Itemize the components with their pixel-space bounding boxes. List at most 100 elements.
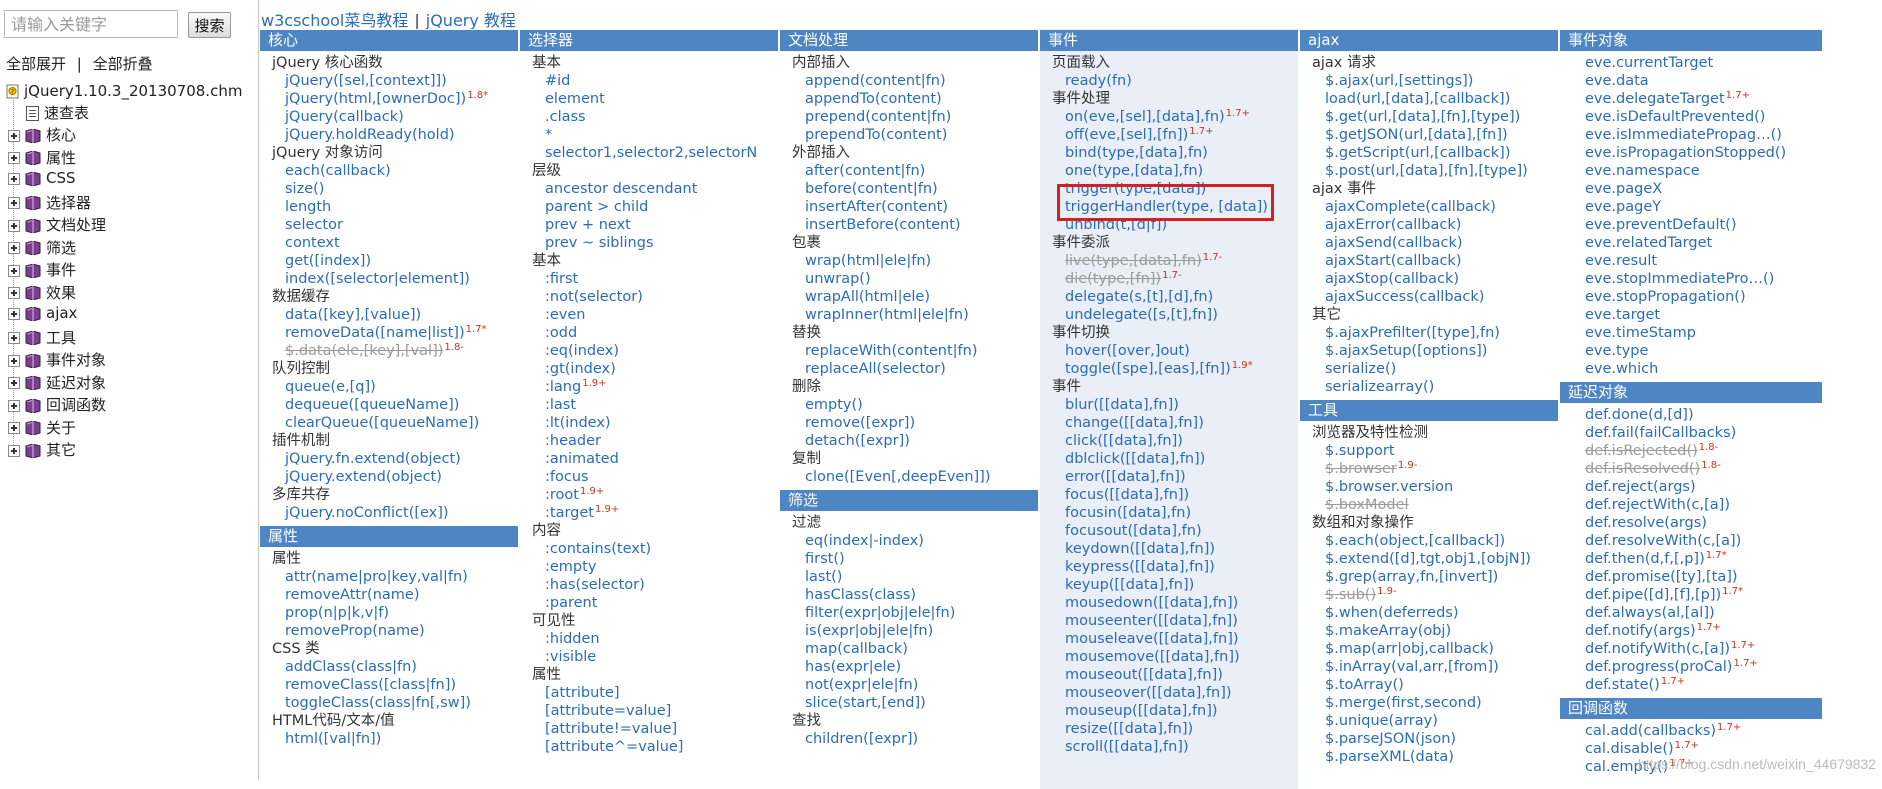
api-link[interactable]: $.makeArray(obj) — [1325, 623, 1451, 639]
tree-item[interactable]: 效果 — [8, 282, 76, 304]
api-link[interactable]: def.state() — [1585, 677, 1660, 693]
api-link[interactable]: clone([Even[,deepEven]]) — [805, 469, 991, 485]
api-link[interactable]: die(type,[fn]) — [1065, 271, 1161, 287]
api-link[interactable]: $.ajaxPrefilter([type],fn) — [1325, 325, 1500, 341]
api-link[interactable]: [attribute=value] — [545, 703, 671, 719]
expand-plus-icon[interactable] — [8, 242, 20, 254]
api-link[interactable]: * — [545, 127, 552, 143]
api-link[interactable]: eve.isPropagationStopped() — [1585, 145, 1786, 161]
api-link[interactable]: $.boxModel — [1325, 497, 1409, 513]
api-link[interactable]: :lt(index) — [545, 415, 611, 431]
api-link[interactable]: keyup([[data],fn]) — [1065, 577, 1194, 593]
section-header[interactable]: ajax — [1300, 30, 1558, 51]
api-link[interactable]: :hidden — [545, 631, 600, 647]
api-link[interactable]: $.ajaxSetup([options]) — [1325, 343, 1487, 359]
api-link[interactable]: [attribute!=value] — [545, 721, 677, 737]
api-link[interactable]: :last — [545, 397, 576, 413]
api-link[interactable]: eve.namespace — [1585, 163, 1700, 179]
api-link[interactable]: :lang — [545, 379, 581, 395]
api-link[interactable]: $.support — [1325, 443, 1395, 459]
api-link[interactable]: $.when(deferreds) — [1325, 605, 1459, 621]
api-link[interactable]: eve.pageX — [1585, 181, 1662, 197]
api-link[interactable]: def.then(d,f,[,p]) — [1585, 551, 1705, 567]
api-link[interactable]: one(type,[data],fn) — [1065, 163, 1203, 179]
api-link[interactable]: remove([expr]) — [805, 415, 915, 431]
api-link[interactable]: ajaxSuccess(callback) — [1325, 289, 1484, 305]
api-link[interactable]: ancestor descendant — [545, 181, 697, 197]
api-link[interactable]: children([expr]) — [805, 731, 918, 747]
api-link[interactable]: .class — [545, 109, 586, 125]
api-link[interactable]: ajaxError(callback) — [1325, 217, 1461, 233]
api-link[interactable]: eve.timeStamp — [1585, 325, 1696, 341]
api-link[interactable]: is(expr|obj|ele|fn) — [805, 623, 933, 639]
tree-item[interactable]: ajax — [8, 304, 77, 326]
api-link[interactable]: $.map(arr|obj,callback) — [1325, 641, 1494, 657]
api-link[interactable]: ready(fn) — [1065, 73, 1132, 89]
api-link[interactable]: mouseenter([[data],fn]) — [1065, 613, 1238, 629]
api-link[interactable]: def.always(al,[al]) — [1585, 605, 1715, 621]
api-link[interactable]: focusin([data],fn) — [1065, 505, 1191, 521]
expand-plus-icon[interactable] — [8, 399, 20, 412]
tree-item[interactable]: 属性 — [8, 147, 76, 169]
api-link[interactable]: :has(selector) — [545, 577, 645, 593]
api-link[interactable]: context — [285, 235, 340, 251]
expand-plus-icon[interactable] — [8, 152, 20, 164]
api-link[interactable]: wrapAll(html|ele) — [805, 289, 930, 305]
tree-item[interactable]: 关于 — [8, 417, 76, 439]
section-header[interactable]: 延迟对象 — [1560, 382, 1822, 403]
expand-plus-icon[interactable] — [8, 332, 20, 344]
api-link[interactable]: :not(selector) — [545, 289, 643, 305]
api-link[interactable]: def.progress(proCal) — [1585, 659, 1732, 675]
api-link[interactable]: :root — [545, 487, 579, 503]
api-link[interactable]: :even — [545, 307, 586, 323]
api-link[interactable]: dblclick([[data],fn]) — [1065, 451, 1205, 467]
api-link[interactable]: wrap(html|ele|fn) — [805, 253, 931, 269]
api-link[interactable]: has(expr|ele) — [805, 659, 901, 675]
api-link[interactable]: clearQueue([queueName]) — [285, 415, 479, 431]
api-link[interactable]: removeProp(name) — [285, 623, 425, 639]
expand-plus-icon[interactable] — [8, 172, 20, 185]
tree-item[interactable]: 其它 — [8, 439, 76, 461]
api-link[interactable]: eve.isImmediatePropag…() — [1585, 127, 1782, 143]
api-link[interactable]: index([selector|element]) — [285, 271, 470, 287]
api-link[interactable]: size() — [285, 181, 324, 197]
api-link[interactable]: :target — [545, 505, 594, 521]
api-link[interactable]: def.resolveWith(c,[a]) — [1585, 533, 1741, 549]
api-link[interactable]: :gt(index) — [545, 361, 616, 377]
api-link[interactable]: focusout([data],fn) — [1065, 523, 1202, 539]
api-link[interactable]: keydown([[data],fn]) — [1065, 541, 1215, 557]
api-link[interactable]: click([[data],fn]) — [1065, 433, 1183, 449]
breadcrumb-site-link[interactable]: w3cschool菜鸟教程 — [261, 11, 408, 30]
api-link[interactable]: eve.stopPropagation() — [1585, 289, 1746, 305]
api-link[interactable]: $.unique(array) — [1325, 713, 1438, 729]
section-header[interactable]: 核心 — [260, 30, 518, 51]
tree-item[interactable]: 筛选 — [8, 237, 76, 259]
tree-item[interactable]: 延迟对象 — [8, 372, 106, 394]
api-link[interactable]: def.notifyWith(c,[a]) — [1585, 641, 1730, 657]
api-link[interactable]: first() — [805, 551, 845, 567]
api-link[interactable]: mouseover([[data],fn]) — [1065, 685, 1232, 701]
api-link[interactable]: change([[data],fn]) — [1065, 415, 1204, 431]
api-link[interactable]: resize([[data],fn]) — [1065, 721, 1193, 737]
api-link[interactable]: slice(start,[end]) — [805, 695, 926, 711]
api-link[interactable]: :contains(text) — [545, 541, 651, 557]
api-link[interactable]: eve.relatedTarget — [1585, 235, 1712, 251]
api-link[interactable]: eve.result — [1585, 253, 1657, 269]
section-header[interactable]: 事件对象 — [1560, 30, 1822, 51]
api-link[interactable]: jQuery(html,[ownerDoc]) — [285, 91, 466, 107]
api-link[interactable]: def.notify(args) — [1585, 623, 1696, 639]
api-link[interactable]: before(content|fn) — [805, 181, 938, 197]
tree-root[interactable]: ? jQuery1.10.3_20130708.chm — [6, 82, 242, 102]
api-link[interactable]: :odd — [545, 325, 577, 341]
api-link[interactable]: appendTo(content) — [805, 91, 942, 107]
expand-plus-icon[interactable] — [8, 287, 20, 299]
api-link[interactable]: jQuery([sel,[context]]) — [285, 73, 447, 89]
api-link[interactable]: serialize() — [1325, 361, 1396, 377]
api-link[interactable]: eve.preventDefault() — [1585, 217, 1736, 233]
api-link[interactable]: def.promise([ty],[ta]) — [1585, 569, 1738, 585]
api-link[interactable]: html([val|fn]) — [285, 731, 381, 747]
api-link[interactable]: eve.target — [1585, 307, 1660, 323]
api-link[interactable]: unwrap() — [805, 271, 871, 287]
api-link[interactable]: bind(type,[data],fn) — [1065, 145, 1208, 161]
section-header[interactable]: 回调函数 — [1560, 698, 1822, 719]
